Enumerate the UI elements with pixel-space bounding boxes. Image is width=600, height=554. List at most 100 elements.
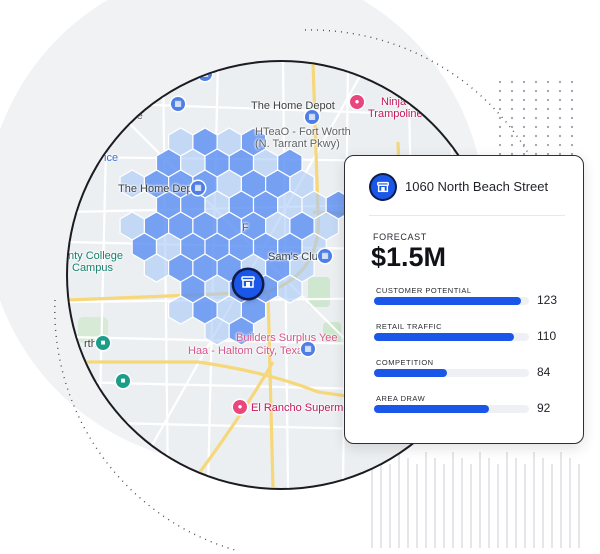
decor-dot <box>534 98 538 102</box>
decor-dot <box>534 107 538 111</box>
metric-value: 123 <box>537 293 558 307</box>
decor-dot <box>558 98 562 102</box>
map-label-home-depot: The Home Depot <box>251 100 335 112</box>
store-icon <box>240 274 256 295</box>
decor-dot <box>570 98 574 102</box>
map-label-el-rancho: El Rancho Supermerc <box>251 402 359 414</box>
metric-retail-traffic: RETAIL TRAFFIC 110 <box>374 322 574 352</box>
metric-customer-potential: CUSTOMER POTENTIAL 123 <box>374 286 574 316</box>
metric-bar-fill <box>374 369 447 377</box>
map-label-hteao: HTeaO - Fort Worth <box>255 126 351 138</box>
decor-dot <box>498 80 502 84</box>
decor-dot <box>570 80 574 84</box>
map-label-college: nty College <box>68 250 124 262</box>
decor-dot <box>522 116 526 120</box>
decor-dot <box>546 98 550 102</box>
card-address: 1060 North Beach Street <box>405 179 549 194</box>
map-label-fort-worth-2: rth <box>84 338 97 350</box>
map-label-ninja-kidz: Ninja Kidz <box>381 96 431 108</box>
map-label-campus: Campus <box>72 262 113 274</box>
metric-bar-fill <box>374 405 489 413</box>
metric-value: 110 <box>537 329 557 343</box>
store-icon <box>371 175 395 199</box>
decor-dot <box>498 98 502 102</box>
decor-dot <box>558 143 562 147</box>
decor-dot <box>510 98 514 102</box>
metric-label: AREA DRAW <box>376 394 426 403</box>
shop-poi-icon[interactable]: ▦ <box>88 150 102 164</box>
decor-dot <box>498 116 502 120</box>
shop-poi-icon[interactable]: ▦ <box>318 249 332 263</box>
landmark-poi-icon[interactable]: ■ <box>116 374 130 388</box>
decor-dot <box>570 143 574 147</box>
shop-poi-icon[interactable]: ▦ <box>191 181 205 195</box>
decor-dot <box>510 89 514 93</box>
decor-dot <box>570 116 574 120</box>
metric-competition: COMPETITION 84 <box>374 358 574 388</box>
decor-dot <box>522 89 526 93</box>
attraction-poi-icon[interactable]: ● <box>350 95 364 109</box>
map-label-home-depot-2: The Home Depot <box>118 183 202 195</box>
decor-dot <box>522 125 526 129</box>
decor-dot <box>510 134 514 138</box>
shop-poi-icon[interactable]: ▦ <box>171 97 185 111</box>
metric-area-draw: AREA DRAW 92 <box>374 394 574 424</box>
decor-dot <box>498 107 502 111</box>
decor-dot <box>546 125 550 129</box>
metric-label: COMPETITION <box>376 358 434 367</box>
decor-dot <box>558 80 562 84</box>
decor-dot <box>534 134 538 138</box>
decor-dot <box>498 134 502 138</box>
decor-dot <box>546 89 550 93</box>
decor-dot <box>570 89 574 93</box>
decor-dot <box>558 116 562 120</box>
decor-dot <box>534 89 538 93</box>
decor-dot <box>522 80 526 84</box>
dot-grid-right <box>498 80 574 156</box>
decor-dot <box>510 125 514 129</box>
decor-dot <box>534 125 538 129</box>
decor-dot <box>522 134 526 138</box>
decor-dot <box>570 125 574 129</box>
metric-bar-fill <box>374 333 514 341</box>
decor-dot <box>546 143 550 147</box>
decor-dot <box>546 134 550 138</box>
shop-poi-icon[interactable]: ▦ <box>301 342 315 356</box>
shop-poi-icon[interactable]: ▦ <box>305 110 319 124</box>
map-label-hteao-sub: (N. Tarrant Pkwy) <box>255 138 340 150</box>
landmark-poi-icon[interactable]: ■ <box>96 336 110 350</box>
decor-dot <box>510 143 514 147</box>
shop-poi-icon[interactable]: ▦ <box>198 67 212 81</box>
location-forecast-card[interactable]: 1060 North Beach Street FORECAST $1.5M C… <box>344 155 584 444</box>
selected-location-marker[interactable] <box>234 270 262 298</box>
map-label-fort-worth: F <box>242 222 249 234</box>
decor-dot <box>570 134 574 138</box>
decor-dot <box>510 116 514 120</box>
decor-dot <box>498 125 502 129</box>
metric-bar-track <box>374 333 529 341</box>
decor-dot <box>498 143 502 147</box>
decor-dot <box>522 107 526 111</box>
map-label-haltom-city: Haa - Haltom City, Texas <box>188 345 309 357</box>
decor-dot <box>546 116 550 120</box>
forecast-value: $1.5M <box>371 242 447 272</box>
decor-dot <box>558 134 562 138</box>
metric-label: CUSTOMER POTENTIAL <box>376 286 472 295</box>
shop-poi-icon[interactable]: ● <box>233 400 247 414</box>
decor-dot <box>510 107 514 111</box>
decor-dot <box>498 89 502 93</box>
metric-value: 84 <box>537 365 551 379</box>
map-label-builders-surplus: Builders Surplus Yee <box>236 332 338 344</box>
metric-label: RETAIL TRAFFIC <box>376 322 443 331</box>
metric-bar-fill <box>374 297 522 305</box>
decor-dot <box>522 143 526 147</box>
decor-dot <box>522 98 526 102</box>
decor-dot <box>534 116 538 120</box>
card-divider <box>369 215 565 216</box>
decor-dot <box>546 107 550 111</box>
decor-dot <box>558 89 562 93</box>
decor-dot <box>510 80 514 84</box>
map-label-trampoline-park: Trampoline Park <box>368 108 449 120</box>
forecast-label: FORECAST <box>373 232 427 242</box>
map-label-ice: ice <box>104 152 119 164</box>
